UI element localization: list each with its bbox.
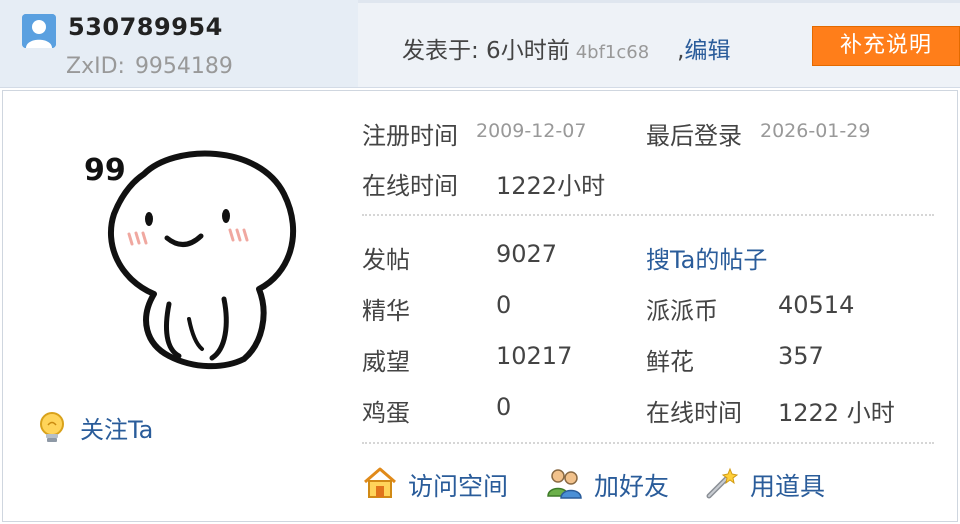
use-item-button[interactable]: 用道具	[704, 466, 825, 504]
flowers-value: 357	[778, 342, 824, 370]
follow-label: 关注Ta	[80, 416, 154, 444]
bulb-icon	[38, 411, 66, 445]
zxid: ZxID: 9954189	[66, 54, 233, 79]
visit-space-label: 访问空间	[408, 472, 509, 501]
zxid-label: ZxID:	[66, 54, 125, 79]
divider	[362, 442, 934, 444]
friends-icon	[546, 466, 584, 504]
online-value-2: 1222 小时	[778, 399, 895, 427]
edit-link[interactable]: 编辑	[684, 38, 730, 64]
house-icon	[362, 466, 398, 504]
post-meta: 发表于: 6小时前 4bf1c68 ,编辑	[402, 31, 730, 65]
wand-icon	[704, 466, 740, 504]
essence-label: 精华	[362, 297, 410, 325]
username[interactable]: 530789954	[68, 13, 223, 41]
divider	[362, 214, 934, 216]
posts-value: 9027	[496, 240, 558, 268]
posts-label: 发帖	[362, 246, 410, 274]
online-label-2: 在线时间	[646, 399, 742, 427]
last-login-value: 2026-01-29	[760, 120, 871, 142]
user-header: 530789954 ZxID: 9954189	[0, 0, 358, 88]
prestige-label: 威望	[362, 348, 410, 376]
coin-label: 派派币	[646, 297, 718, 325]
coin-value: 40514	[778, 291, 855, 319]
avatar[interactable]: 99	[84, 144, 314, 374]
header-strip	[358, 0, 960, 3]
eggs-label: 鸡蛋	[362, 399, 410, 427]
add-friend-button[interactable]: 加好友	[546, 466, 669, 504]
user-icon	[22, 14, 56, 48]
register-label: 注册时间	[362, 122, 458, 150]
zxid-value: 9954189	[134, 54, 233, 79]
essence-value: 0	[496, 291, 512, 319]
flowers-label: 鲜花	[646, 348, 694, 376]
online-time-label: 在线时间	[362, 172, 458, 200]
post-hash: 4bf1c68	[575, 42, 650, 63]
prestige-value: 10217	[496, 342, 573, 370]
supplement-button[interactable]: 补充说明	[812, 26, 960, 66]
posted-time: 发表于: 6小时前	[402, 38, 570, 64]
avatar-badge: 99	[84, 153, 126, 188]
use-item-label: 用道具	[750, 472, 826, 501]
online-time-value: 1222小时	[496, 172, 606, 200]
register-value: 2009-12-07	[476, 120, 587, 142]
visit-space-button[interactable]: 访问空间	[362, 466, 508, 504]
search-posts-link[interactable]: 搜Ta的帖子	[646, 240, 767, 275]
eggs-value: 0	[496, 393, 512, 421]
add-friend-label: 加好友	[594, 472, 670, 501]
follow-button[interactable]: 关注Ta	[38, 410, 153, 445]
last-login-label: 最后登录	[646, 122, 742, 150]
